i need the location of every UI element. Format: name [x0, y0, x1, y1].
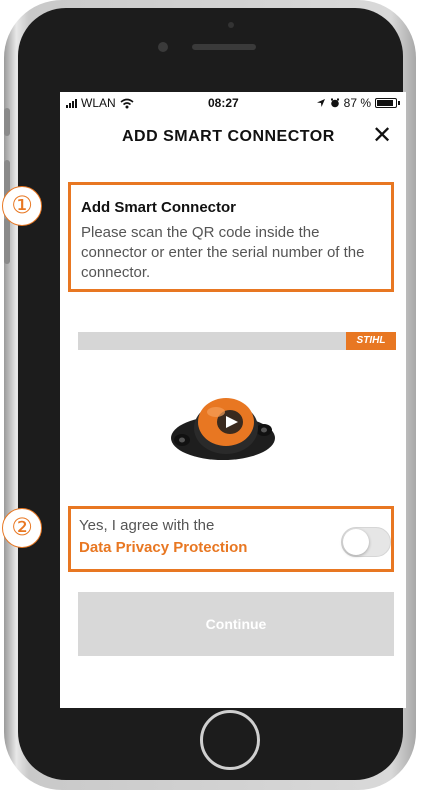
instruction-title: Add Smart Connector: [81, 199, 237, 216]
earpiece-speaker: [192, 44, 256, 50]
carrier-label: WLAN: [81, 96, 116, 110]
volume-down-button: [4, 218, 10, 264]
location-icon: [316, 99, 325, 107]
privacy-policy-link[interactable]: Data Privacy Protection: [79, 539, 247, 556]
mute-switch: [4, 108, 10, 136]
callout-marker-1: ①: [2, 186, 42, 226]
home-button[interactable]: [200, 710, 260, 770]
signal-icon: [66, 98, 77, 108]
alarm-icon: [330, 98, 339, 108]
brand-bar: STIHL: [78, 332, 396, 350]
privacy-toggle[interactable]: [341, 527, 391, 557]
toggle-knob: [343, 529, 369, 555]
battery-percent: 87 %: [343, 96, 371, 110]
clock: 08:27: [208, 96, 239, 110]
smart-connector-image: [171, 398, 275, 460]
status-left: WLAN: [66, 96, 134, 110]
front-camera: [158, 42, 168, 52]
app-screen: WLAN 08:27 87 % ADD SMART CONNECTOR ✕ Ad…: [60, 92, 406, 708]
battery-tip: [398, 101, 400, 105]
privacy-highlight-box: Yes, I agree with the Data Privacy Prote…: [68, 506, 394, 572]
continue-button[interactable]: Continue: [78, 592, 394, 656]
privacy-agree-text: Yes, I agree with the: [79, 517, 215, 534]
stihl-logo: STIHL: [346, 332, 396, 350]
callout-marker-2: ②: [2, 508, 42, 548]
wifi-icon: [120, 98, 134, 108]
sensor-dot: [228, 22, 234, 28]
instruction-description: Please scan the QR code inside the conne…: [81, 224, 365, 281]
page-title: ADD SMART CONNECTOR: [122, 128, 335, 145]
status-right: 87 %: [316, 96, 400, 110]
close-icon[interactable]: ✕: [372, 124, 392, 148]
instruction-highlight-box: Add Smart Connector Please scan the QR c…: [68, 182, 394, 292]
status-bar: WLAN 08:27 87 %: [60, 92, 406, 114]
battery-icon: [375, 98, 397, 108]
